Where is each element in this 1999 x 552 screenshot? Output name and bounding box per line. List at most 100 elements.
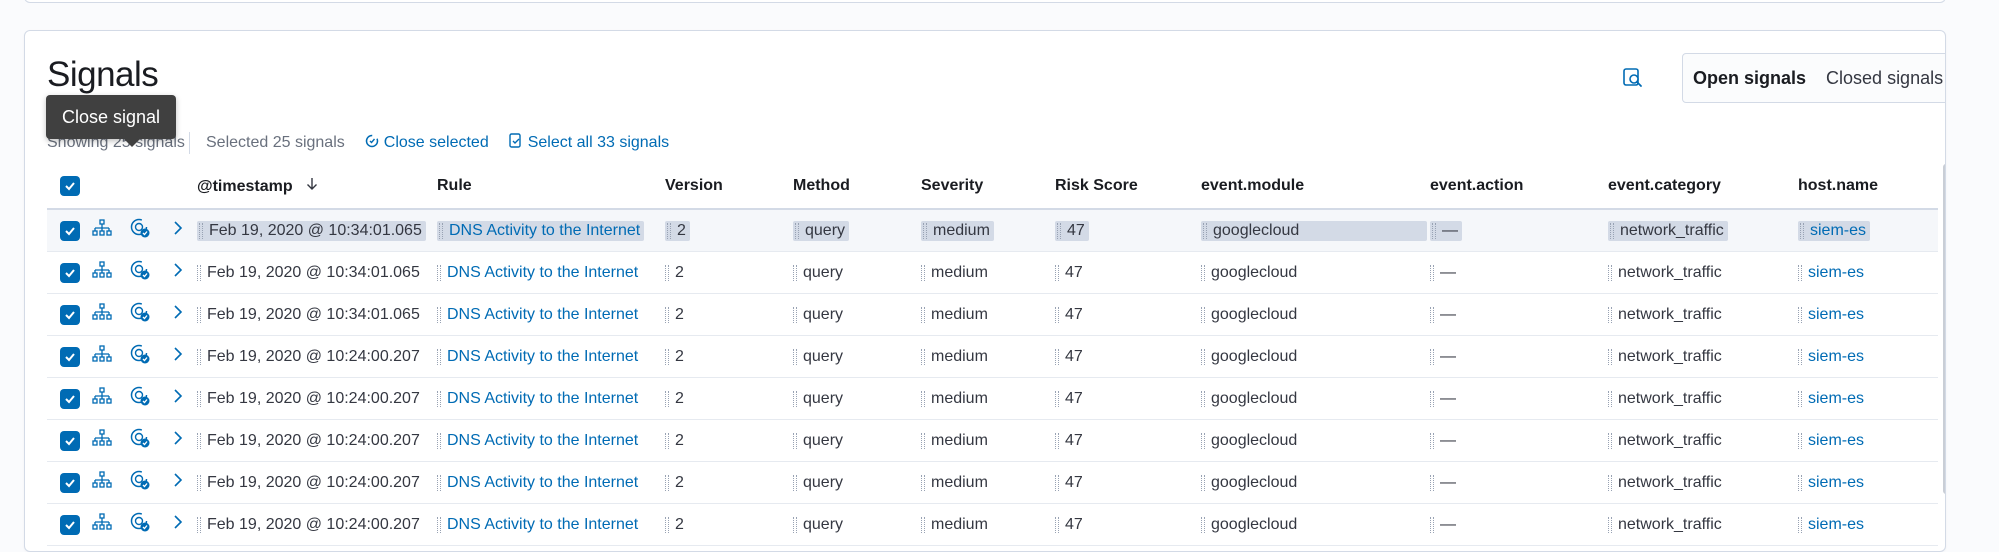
cell-host-name[interactable]: siem-es <box>1798 432 1928 450</box>
drag-handle-icon[interactable] <box>1203 222 1207 239</box>
cell-timestamp[interactable]: Feb 19, 2020 @ 10:24:00.207 <box>197 348 437 366</box>
drag-handle-icon[interactable] <box>437 390 441 407</box>
cell-version[interactable]: 2 <box>665 264 793 282</box>
row-checkbox[interactable] <box>60 304 80 325</box>
drag-handle-icon[interactable] <box>1798 432 1802 449</box>
cell-risk-score[interactable]: 47 <box>1055 390 1201 408</box>
cell-event-module[interactable]: googlecloud <box>1201 390 1430 408</box>
cell-method[interactable]: query <box>793 432 921 450</box>
drag-handle-icon[interactable] <box>921 474 925 491</box>
investigate-in-timeline-button[interactable] <box>83 471 121 494</box>
cell-severity[interactable]: medium <box>921 220 1055 241</box>
row-checkbox[interactable] <box>60 472 80 493</box>
cell-method[interactable]: query <box>793 348 921 366</box>
cell-event-action[interactable]: — <box>1430 306 1608 324</box>
drag-handle-icon[interactable] <box>197 516 201 533</box>
column-header-version[interactable]: Version <box>665 177 793 195</box>
cell-event-action[interactable]: — <box>1430 516 1608 534</box>
drag-handle-icon[interactable] <box>921 306 925 323</box>
cell-rule[interactable]: DNS Activity to the Internet <box>437 348 665 366</box>
drag-handle-icon[interactable] <box>1798 474 1802 491</box>
drag-handle-icon[interactable] <box>1055 264 1059 281</box>
drag-handle-icon[interactable] <box>1055 516 1059 533</box>
drag-handle-icon[interactable] <box>197 432 201 449</box>
investigate-in-timeline-button[interactable] <box>83 303 121 326</box>
row-checkbox[interactable] <box>60 388 80 409</box>
column-header-event-category[interactable]: event.category <box>1608 177 1798 195</box>
investigate-in-timeline-button[interactable] <box>83 261 121 284</box>
cell-event-action[interactable]: — <box>1430 220 1608 241</box>
select-all-checkbox[interactable] <box>60 176 80 196</box>
drag-handle-icon[interactable] <box>1055 348 1059 365</box>
drag-handle-icon[interactable] <box>1201 306 1205 323</box>
close-signal-button[interactable] <box>121 217 159 244</box>
row-checkbox[interactable] <box>60 430 80 451</box>
drag-handle-icon[interactable] <box>793 432 797 449</box>
cell-version[interactable]: 2 <box>665 390 793 408</box>
cell-risk-score[interactable]: 47 <box>1055 474 1201 492</box>
drag-handle-icon[interactable] <box>437 432 441 449</box>
close-selected-button[interactable]: Close selected <box>365 134 489 153</box>
drag-handle-icon[interactable] <box>793 516 797 533</box>
close-signal-button[interactable] <box>121 259 159 286</box>
cell-version[interactable]: 2 <box>665 348 793 366</box>
drag-handle-icon[interactable] <box>793 390 797 407</box>
table-row[interactable]: Feb 19, 2020 @ 10:34:01.065 DNS Activity… <box>47 252 1938 294</box>
cell-event-category[interactable]: network_traffic <box>1608 348 1798 366</box>
cell-rule[interactable]: DNS Activity to the Internet <box>437 306 665 324</box>
column-header-rule[interactable]: Rule <box>437 177 665 195</box>
drag-handle-icon[interactable] <box>439 222 443 239</box>
cell-event-category[interactable]: network_traffic <box>1608 474 1798 492</box>
drag-handle-icon[interactable] <box>1201 390 1205 407</box>
drag-handle-icon[interactable] <box>1430 348 1434 365</box>
cell-event-category[interactable]: network_traffic <box>1608 432 1798 450</box>
expand-row-button[interactable] <box>159 346 197 367</box>
cell-method[interactable]: query <box>793 306 921 324</box>
drag-handle-icon[interactable] <box>1608 264 1612 281</box>
cell-event-category[interactable]: network_traffic <box>1608 516 1798 534</box>
inspect-button[interactable] <box>1618 65 1648 95</box>
drag-handle-icon[interactable] <box>1798 516 1802 533</box>
table-row[interactable]: Feb 19, 2020 @ 10:34:01.065 DNS Activity… <box>47 294 1938 336</box>
cell-host-name[interactable]: siem-es <box>1798 264 1928 282</box>
drag-handle-icon[interactable] <box>921 264 925 281</box>
open-signals-button[interactable]: Open signals <box>1683 68 1816 89</box>
column-header-risk-score[interactable]: Risk Score <box>1055 177 1201 195</box>
drag-handle-icon[interactable] <box>795 222 799 239</box>
cell-event-module[interactable]: googlecloud <box>1201 264 1430 282</box>
column-header-method[interactable]: Method <box>793 177 921 195</box>
investigate-in-timeline-button[interactable] <box>83 387 121 410</box>
cell-event-category[interactable]: network_traffic <box>1608 390 1798 408</box>
drag-handle-icon[interactable] <box>1201 264 1205 281</box>
cell-event-action[interactable]: — <box>1430 390 1608 408</box>
drag-handle-icon[interactable] <box>197 390 201 407</box>
drag-handle-icon[interactable] <box>197 348 201 365</box>
drag-handle-icon[interactable] <box>1057 222 1061 239</box>
cell-timestamp[interactable]: Feb 19, 2020 @ 10:34:01.065 <box>197 220 437 241</box>
drag-handle-icon[interactable] <box>199 222 203 239</box>
cell-rule[interactable]: DNS Activity to the Internet <box>437 516 665 534</box>
expand-row-button[interactable] <box>159 262 197 283</box>
cell-event-module[interactable]: googlecloud <box>1201 474 1430 492</box>
cell-event-category[interactable]: network_traffic <box>1608 220 1798 241</box>
cell-timestamp[interactable]: Feb 19, 2020 @ 10:34:01.065 <box>197 306 437 324</box>
cell-rule[interactable]: DNS Activity to the Internet <box>437 220 665 241</box>
drag-handle-icon[interactable] <box>665 306 669 323</box>
drag-handle-icon[interactable] <box>437 474 441 491</box>
table-row[interactable]: Feb 19, 2020 @ 10:24:00.207 DNS Activity… <box>47 336 1938 378</box>
drag-handle-icon[interactable] <box>1798 264 1802 281</box>
cell-timestamp[interactable]: Feb 19, 2020 @ 10:24:00.207 <box>197 516 437 534</box>
drag-handle-icon[interactable] <box>1055 474 1059 491</box>
drag-handle-icon[interactable] <box>923 222 927 239</box>
cell-method[interactable]: query <box>793 516 921 534</box>
cell-risk-score[interactable]: 47 <box>1055 432 1201 450</box>
drag-handle-icon[interactable] <box>665 264 669 281</box>
cell-event-module[interactable]: googlecloud <box>1201 306 1430 324</box>
cell-severity[interactable]: medium <box>921 474 1055 492</box>
investigate-in-timeline-button[interactable] <box>83 219 121 242</box>
cell-rule[interactable]: DNS Activity to the Internet <box>437 264 665 282</box>
cell-event-module[interactable]: googlecloud <box>1201 220 1430 241</box>
cell-method[interactable]: query <box>793 390 921 408</box>
drag-handle-icon[interactable] <box>1430 432 1434 449</box>
drag-handle-icon[interactable] <box>1201 348 1205 365</box>
